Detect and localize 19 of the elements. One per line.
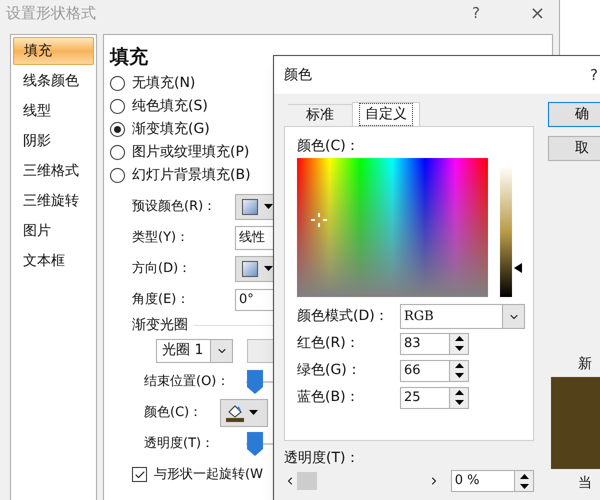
field-label: 颜色(C)： (297, 137, 361, 156)
new-label: 新 (577, 355, 593, 374)
dialog-title: 颜色 (284, 66, 312, 84)
window-title: 设置形状格式 (6, 3, 96, 24)
field-label: 颜色(C)： (144, 404, 204, 422)
group-heading: 渐变光圈 (132, 316, 188, 334)
field-label: 颜色模式(D)： (297, 307, 390, 326)
field-label: 结束位置(O)： (144, 372, 230, 391)
field-label: 绿色(G)： (297, 361, 362, 380)
field-label: 透明度(T)： (144, 434, 216, 453)
field-label: 透明度(T)： (284, 448, 360, 468)
field-label: 方向(D)： (132, 260, 192, 278)
field-label: 红色(R)： (297, 334, 361, 353)
section-heading: 填充 (110, 44, 149, 70)
field-label: 预设颜色(R)： (132, 198, 218, 216)
current-label: 当 (577, 474, 593, 493)
field-label: 类型(Y)： (132, 228, 190, 247)
field-label: 角度(E)： (132, 290, 190, 309)
field-label: 蓝色(B)： (297, 388, 361, 407)
